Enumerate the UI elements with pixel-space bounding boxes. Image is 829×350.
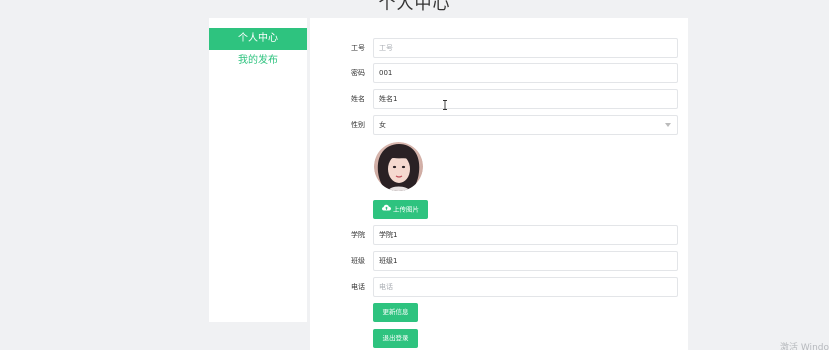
name-input[interactable]: 姓名1 xyxy=(373,89,678,109)
sidebar: 个人中心 我的发布 xyxy=(209,18,307,322)
employee-id-label: 工号 xyxy=(351,44,365,52)
activation-watermark: 激活 Windo xyxy=(780,343,829,350)
upload-button-label: 上传图片 xyxy=(393,205,419,214)
gender-row: 性别 女 xyxy=(310,115,688,135)
gender-label: 性别 xyxy=(351,121,365,129)
upload-image-button[interactable]: 上传图片 xyxy=(373,200,428,219)
phone-label: 电话 xyxy=(351,283,365,291)
sidebar-item-my-posts[interactable]: 我的发布 xyxy=(209,50,307,72)
class-row: 班级 班级1 xyxy=(310,251,688,271)
employee-id-row: 工号 工号 xyxy=(310,38,688,58)
class-label: 班级 xyxy=(351,257,365,265)
password-input[interactable]: 001 xyxy=(373,63,678,83)
page-title: 个人中心 xyxy=(378,0,451,14)
logout-button[interactable]: 退出登录 xyxy=(373,329,418,348)
avatar xyxy=(374,142,423,191)
gender-select[interactable]: 女 xyxy=(373,115,678,135)
name-label: 姓名 xyxy=(351,95,365,103)
cloud-upload-icon xyxy=(382,200,391,219)
password-row: 密码 001 xyxy=(310,63,688,83)
gender-select-value: 女 xyxy=(379,121,386,129)
profile-form: 工号 工号 密码 001 姓名 姓名1 性别 女 上传图片 学院 学院1 班级 … xyxy=(310,18,688,350)
text-cursor-icon xyxy=(443,95,447,110)
class-input[interactable]: 班级1 xyxy=(373,251,678,271)
phone-input[interactable]: 电话 xyxy=(373,277,678,297)
college-row: 学院 学院1 xyxy=(310,225,688,245)
name-row: 姓名 姓名1 xyxy=(310,89,688,109)
phone-row: 电话 电话 xyxy=(310,277,688,297)
password-label: 密码 xyxy=(351,69,365,77)
college-input[interactable]: 学院1 xyxy=(373,225,678,245)
update-info-button[interactable]: 更新信息 xyxy=(373,303,418,322)
chevron-down-icon xyxy=(665,123,671,127)
sidebar-item-personal-center[interactable]: 个人中心 xyxy=(209,28,307,50)
employee-id-input[interactable]: 工号 xyxy=(373,38,678,58)
college-label: 学院 xyxy=(351,231,365,239)
